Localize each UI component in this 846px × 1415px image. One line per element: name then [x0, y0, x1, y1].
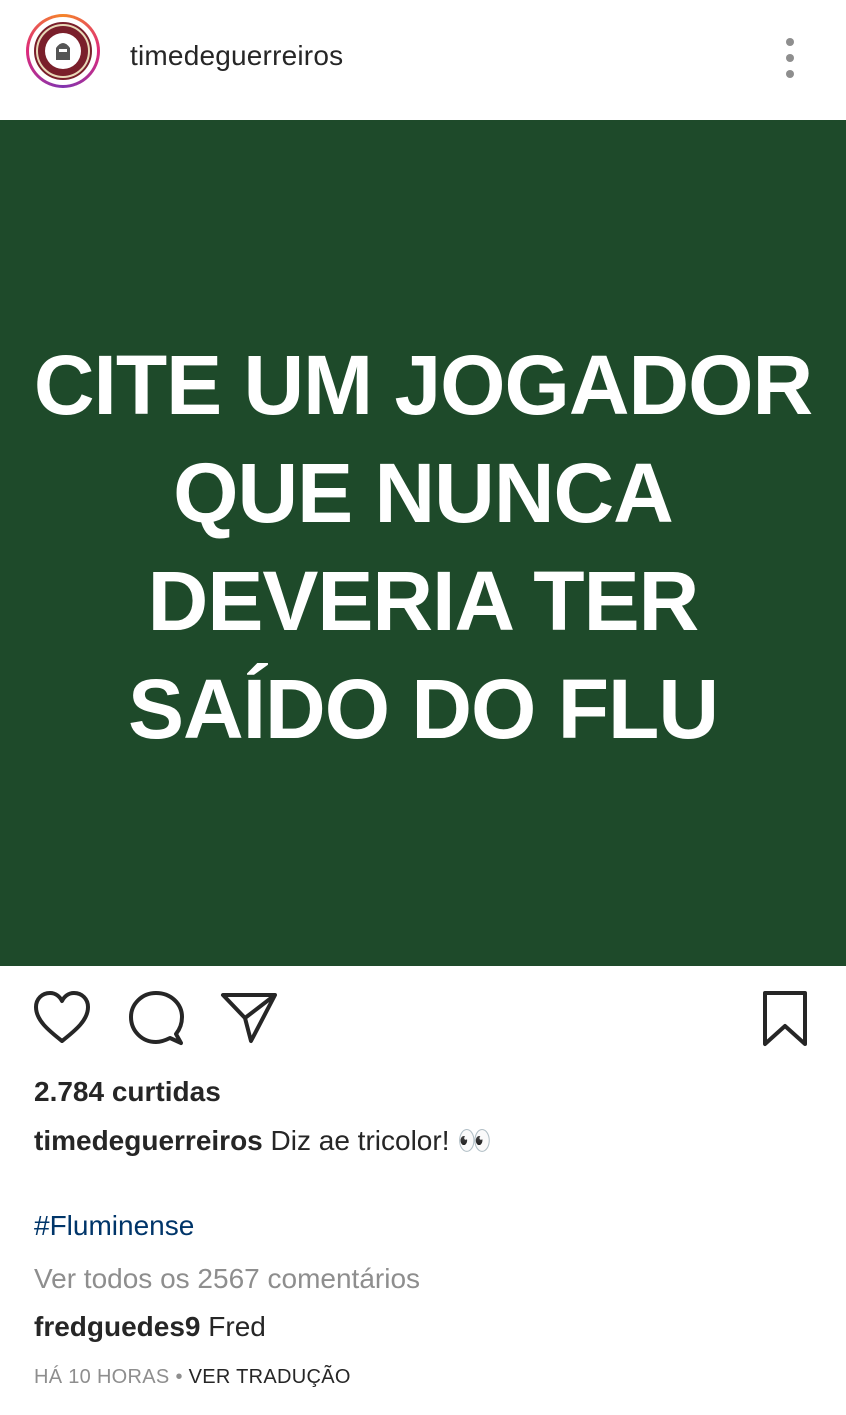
- post-image-text: CITE UM JOGADOR QUE NUNCA DEVERIA TER SA…: [33, 331, 813, 763]
- post-text-line: SAÍDO DO FLU: [128, 662, 719, 756]
- post-username[interactable]: timedeguerreiros: [130, 40, 343, 72]
- menu-dot: [786, 38, 794, 46]
- post-text-line: DEVERIA TER: [147, 554, 700, 648]
- likes-count[interactable]: 2.784 curtidas: [34, 1076, 221, 1108]
- view-all-comments-link[interactable]: Ver todos os 2567 comentários: [34, 1263, 420, 1295]
- menu-dot: [786, 70, 794, 78]
- post-text-line: CITE UM JOGADOR: [33, 338, 813, 432]
- hashtag-link[interactable]: #Fluminense: [34, 1210, 194, 1242]
- comment-item: fredguedes9 Fred: [34, 1311, 266, 1343]
- action-bar: [0, 980, 846, 1060]
- heart-icon[interactable]: [32, 990, 92, 1051]
- more-vertical-icon[interactable]: [778, 38, 802, 78]
- caption-text: Diz ae tricolor! 👀: [270, 1125, 493, 1156]
- see-translation-link[interactable]: VER TRADUÇÃO: [189, 1366, 351, 1388]
- send-icon[interactable]: [220, 990, 278, 1051]
- team-crest-icon: [32, 20, 94, 82]
- post-text-line: QUE NUNCA: [173, 446, 674, 540]
- separator-dot: •: [175, 1366, 183, 1388]
- post-timestamp: HÁ 10 HORAS: [34, 1366, 170, 1388]
- caption: timedeguerreiros Diz ae tricolor! 👀: [34, 1124, 492, 1157]
- bookmark-icon[interactable]: [762, 990, 808, 1053]
- menu-dot: [786, 54, 794, 62]
- post-footer: HÁ 10 HORAS • VER TRADUÇÃO: [34, 1366, 351, 1389]
- post-header: timedeguerreiros: [0, 0, 846, 120]
- comment-text: Fred: [208, 1311, 266, 1342]
- comment-username[interactable]: fredguedes9: [34, 1311, 201, 1342]
- avatar-inner: [29, 17, 97, 85]
- post-image[interactable]: CITE UM JOGADOR QUE NUNCA DEVERIA TER SA…: [0, 120, 846, 966]
- avatar[interactable]: [26, 14, 100, 88]
- caption-username[interactable]: timedeguerreiros: [34, 1125, 263, 1156]
- comment-icon[interactable]: [128, 990, 184, 1051]
